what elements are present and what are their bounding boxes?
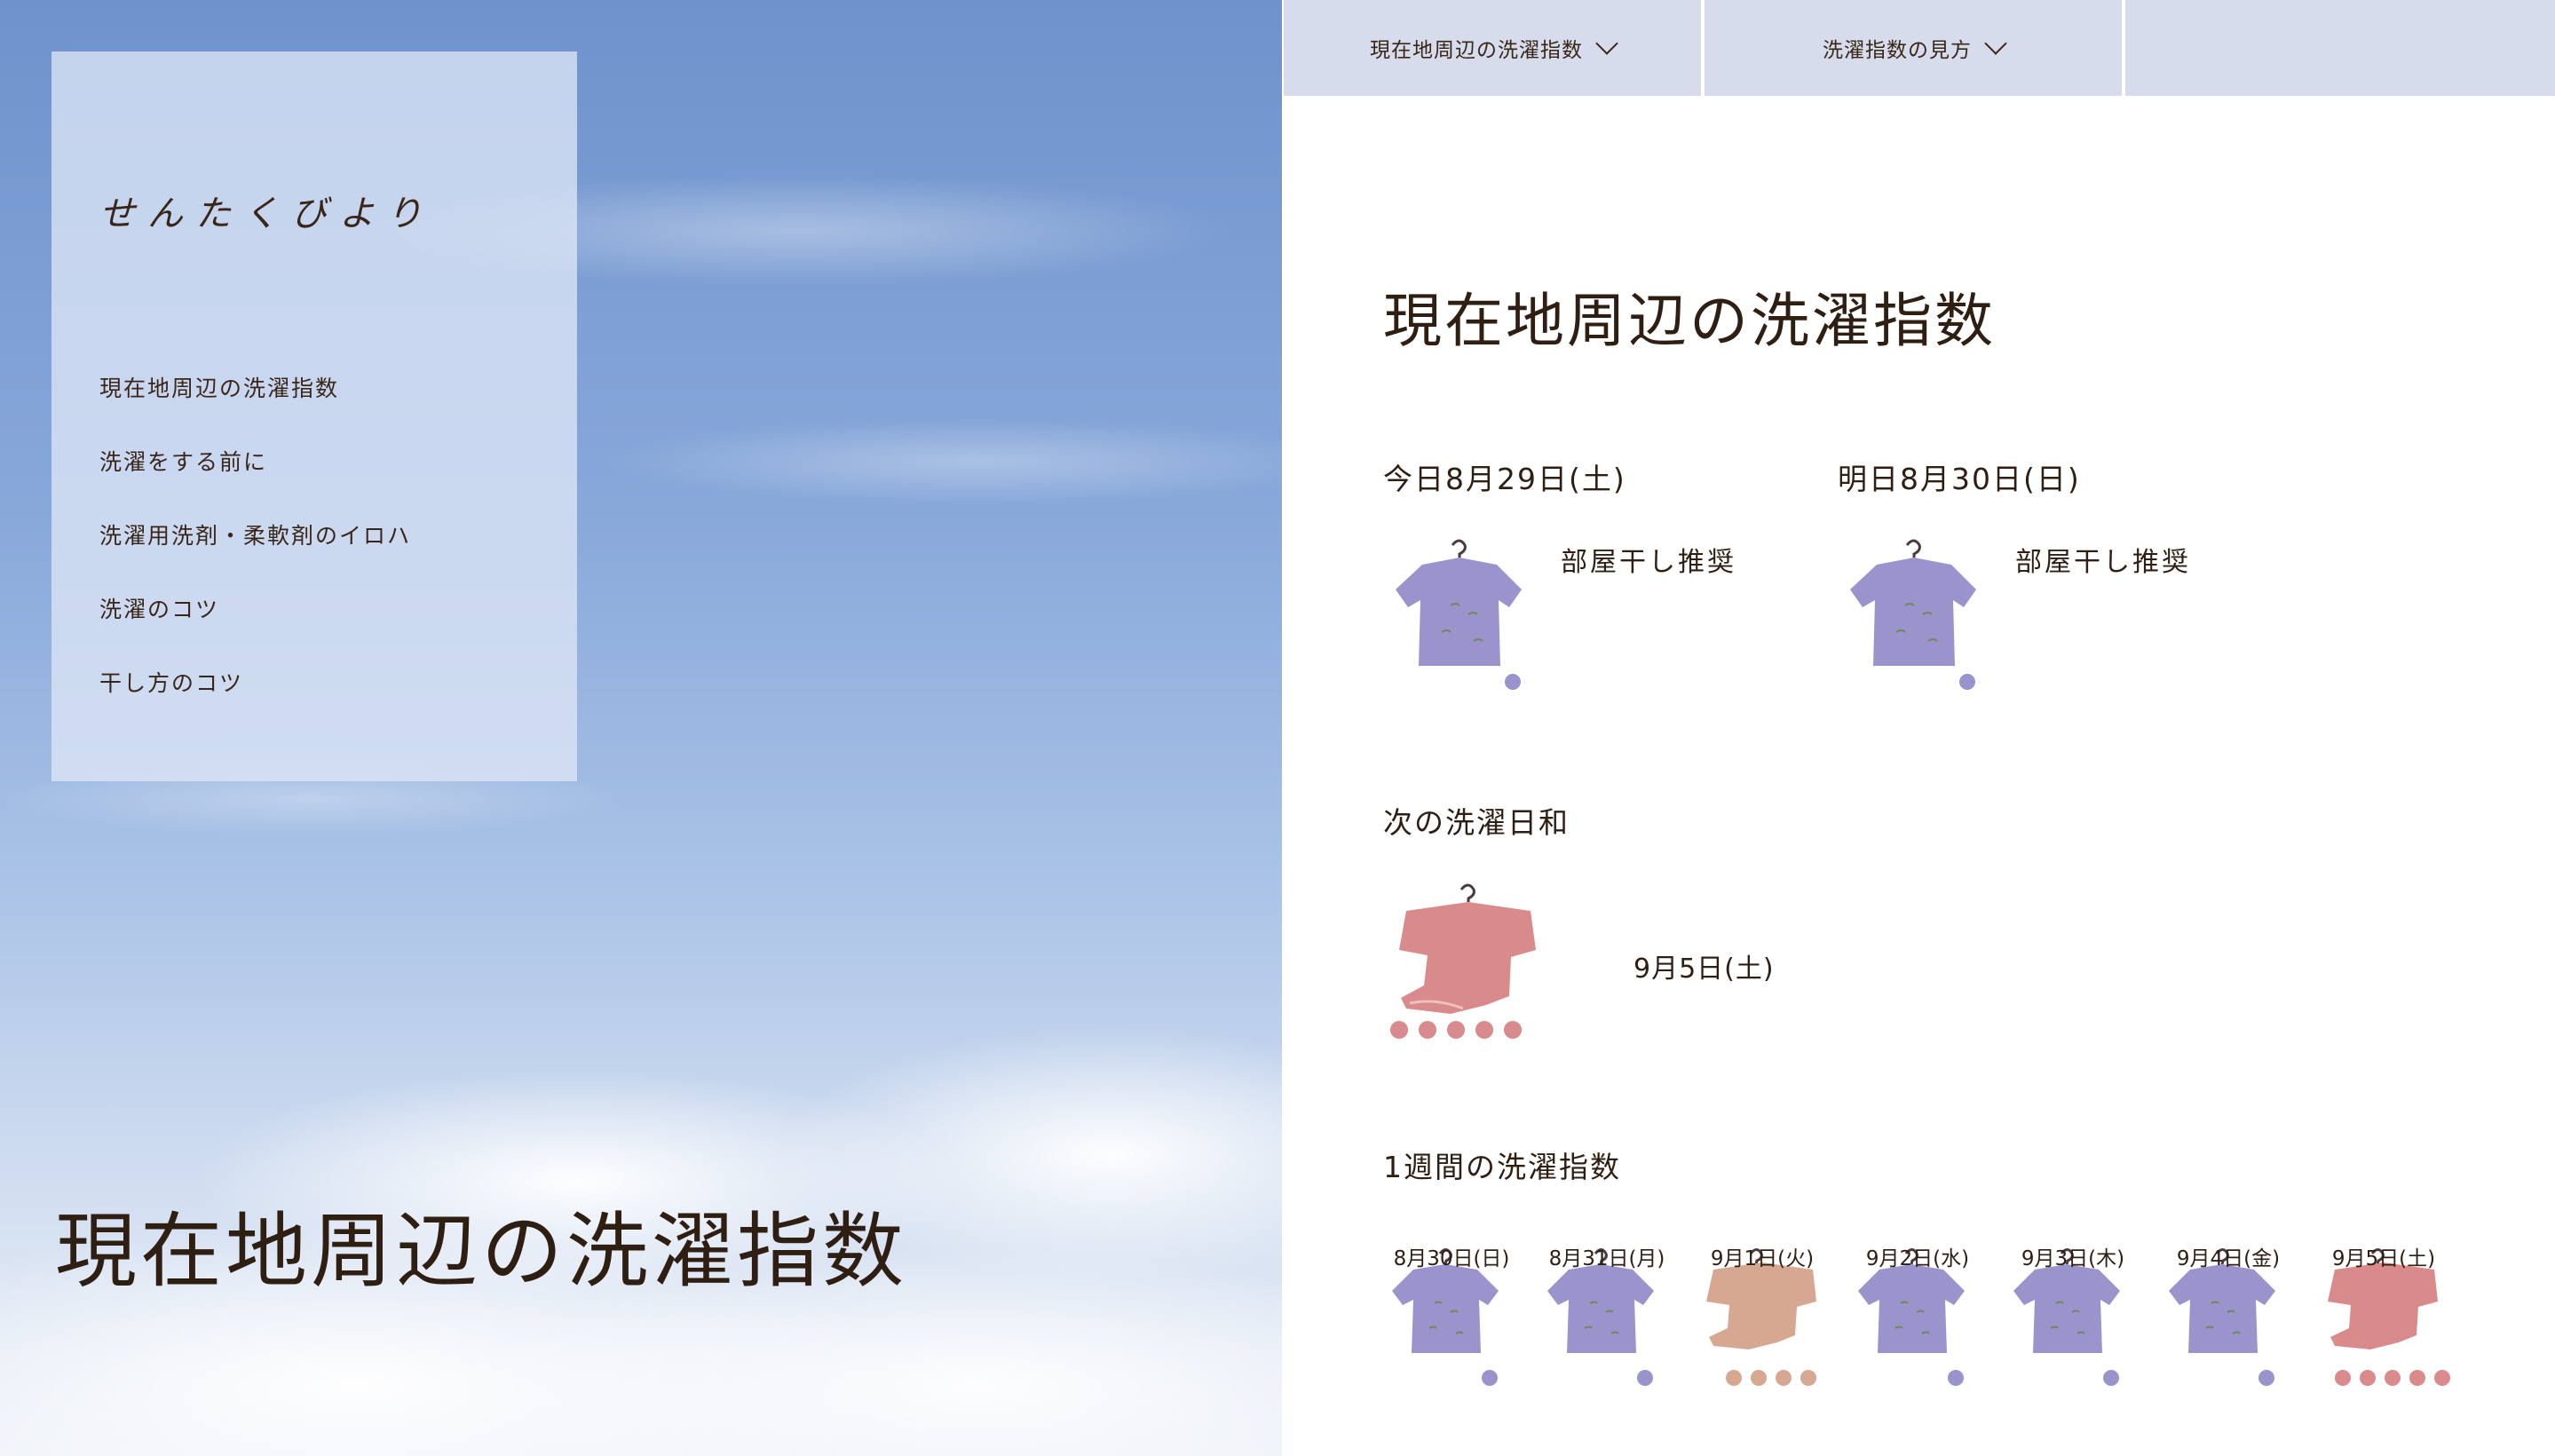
shirt-icon xyxy=(1843,534,1985,716)
shirt-icon xyxy=(1388,534,1531,716)
today-label: 今日8月29日(土) xyxy=(1383,462,1626,496)
tab-current-index[interactable]: 現在地周辺の洗濯指数 xyxy=(1284,0,1701,96)
week-day-label: 8月31日(月) xyxy=(1548,1247,1665,1270)
tomorrow-status: 部屋干し推奨 xyxy=(2015,547,2191,578)
page-title: 現在地周辺の洗濯指数 xyxy=(1383,287,1996,355)
side-nav-item-drying-tips[interactable]: 干し方のコツ xyxy=(99,666,411,740)
tab-label: 洗濯指数の見方 xyxy=(1823,39,1972,62)
side-nav-item-current-index[interactable]: 現在地周辺の洗濯指数 xyxy=(99,371,411,445)
week-heading: 1週間の洗濯指数 xyxy=(1383,1150,1621,1184)
week-day-label: 8月30日(日) xyxy=(1393,1247,1510,1270)
week-day-label: 9月4日(金) xyxy=(2176,1247,2281,1270)
next-good-day-date: 9月5日(土) xyxy=(1633,954,1775,985)
tab-index-guide[interactable]: 洗濯指数の見方 xyxy=(1705,0,2122,96)
side-nav-item-detergent[interactable]: 洗濯用洗剤・柔軟剤のイロハ xyxy=(99,518,411,592)
sky-background: せんたくびより 現在地周辺の洗濯指数 洗濯をする前に 洗濯用洗剤・柔軟剤のイロハ… xyxy=(0,0,1282,1456)
chevron-down-icon xyxy=(1984,32,2007,55)
week-day-label: 9月3日(木) xyxy=(2021,1247,2125,1270)
site-logo[interactable]: せんたくびより xyxy=(99,185,434,236)
side-menu: せんたくびより 現在地周辺の洗濯指数 洗濯をする前に 洗濯用洗剤・柔軟剤のイロハ… xyxy=(51,51,577,781)
week-day-label: 9月5日(土) xyxy=(2331,1247,2436,1270)
week-day-label: 9月2日(水) xyxy=(1865,1247,1970,1270)
dry-shirt-icon xyxy=(1388,881,1548,1053)
side-nav: 現在地周辺の洗濯指数 洗濯をする前に 洗濯用洗剤・柔軟剤のイロハ 洗濯のコツ 干… xyxy=(99,371,411,740)
side-nav-item-washing-tips[interactable]: 洗濯のコツ xyxy=(99,592,411,666)
main-content: 現在地周辺の洗濯指数 今日8月29日(土) 部屋干し推奨 明日8月30日(日) … xyxy=(1284,96,2555,1456)
tomorrow-label: 明日8月30日(日) xyxy=(1838,462,2081,496)
tab-label: 現在地周辺の洗濯指数 xyxy=(1370,39,1583,62)
top-nav: 現在地周辺の洗濯指数 洗濯指数の見方 xyxy=(1284,0,2555,96)
side-nav-item-before-washing[interactable]: 洗濯をする前に xyxy=(99,445,411,518)
chevron-down-icon xyxy=(1595,32,1618,55)
hero-title: 現在地周辺の洗濯指数 xyxy=(55,1204,908,1299)
next-good-day-heading: 次の洗濯日和 xyxy=(1383,805,1570,840)
today-status: 部屋干し推奨 xyxy=(1561,547,1736,578)
week-day-label: 9月1日(火) xyxy=(1710,1247,1815,1270)
tab-empty[interactable] xyxy=(2125,0,2555,96)
